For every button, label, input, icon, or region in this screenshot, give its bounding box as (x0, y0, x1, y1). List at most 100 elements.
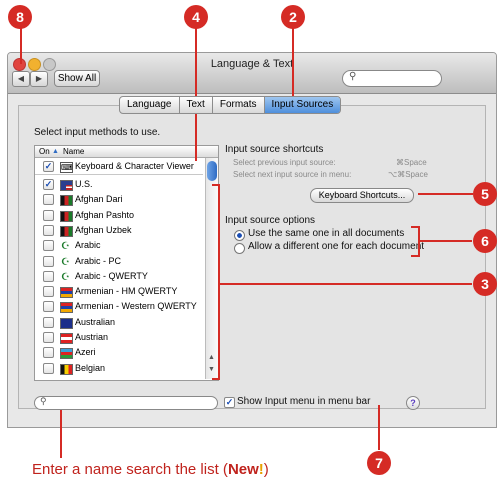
input-source-label: Azeri (75, 347, 96, 358)
list-item[interactable]: ✓ U.S. (35, 177, 203, 192)
options-heading: Input source options (225, 215, 316, 226)
next-source-key: ⌥⌘Space (388, 170, 428, 179)
input-source-label: Arabic - QWERTY (75, 270, 148, 281)
input-source-label: Armenian - HM QWERTY (75, 286, 178, 297)
back-button[interactable]: ◀ (12, 71, 30, 87)
input-source-checkbox[interactable] (43, 362, 54, 374)
list-scrollbar[interactable]: ▲ ▼ (205, 158, 218, 379)
show-menu-label[interactable]: Show Input menu in menu bar (237, 396, 370, 407)
callout-line (195, 27, 197, 161)
callout-5: 5 (473, 182, 497, 206)
list-item[interactable]: Austrian (35, 330, 203, 345)
austrian-flag-icon (60, 333, 73, 344)
callout-line (378, 405, 380, 450)
tab-language[interactable]: Language (120, 97, 180, 113)
tab-text[interactable]: Text (180, 97, 213, 113)
list-search-field[interactable]: ⚲ (34, 396, 218, 410)
caption: Enter a name search the list (New!) (32, 461, 269, 478)
input-source-checkbox[interactable] (43, 347, 54, 359)
callout-line (60, 410, 62, 458)
callout-4: 4 (184, 5, 208, 29)
keyboard-shortcuts-button[interactable]: Keyboard Shortcuts... (310, 188, 414, 203)
azeri-flag-icon (60, 348, 73, 360)
search-icon: ⚲ (349, 71, 357, 82)
scroll-up-arrow-icon[interactable]: ▲ (208, 354, 215, 361)
caption-close: ) (263, 461, 269, 478)
list-item[interactable]: Afghan Pashto (35, 208, 203, 223)
callout-3: 3 (473, 272, 497, 296)
input-source-checkbox[interactable] (43, 270, 54, 282)
right-arrow-icon: ▶ (35, 74, 43, 83)
list-item[interactable]: ☪ Arabic - PC (35, 254, 203, 269)
callout-line (220, 283, 472, 285)
list-item[interactable]: ☪ Arabic - QWERTY (35, 269, 203, 284)
afghan-flag-icon (60, 210, 73, 222)
callout-8: 8 (8, 5, 32, 29)
tab-formats[interactable]: Formats (213, 97, 265, 113)
australian-flag-icon (60, 317, 73, 329)
input-source-checkbox[interactable] (43, 332, 54, 343)
input-source-checkbox[interactable] (43, 316, 54, 328)
input-source-label: Afghan Pashto (75, 209, 135, 220)
radio-same-document[interactable] (234, 230, 245, 241)
sort-ascending-icon: ▲ (52, 148, 59, 155)
input-source-checkbox[interactable] (43, 224, 54, 236)
input-source-label: Austrian (75, 332, 109, 342)
list-item[interactable]: Armenian - HM QWERTY (35, 284, 203, 299)
radio-different-document[interactable] (234, 243, 245, 254)
armenian-flag-icon (60, 302, 73, 314)
search-icon: ⚲ (40, 396, 47, 406)
list-item[interactable]: ☪ Arabic (35, 238, 203, 253)
list-header: On ▲ Name (35, 146, 218, 158)
crescent-flag-icon: ☪ (60, 271, 73, 283)
input-source-checkbox[interactable]: ✓ (43, 161, 54, 172)
shortcuts-heading: Input source shortcuts (225, 144, 324, 155)
input-source-checkbox[interactable]: ✓ (43, 179, 54, 190)
scroll-thumb[interactable] (207, 161, 217, 181)
tab-bar: Language Text Formats Input Sources (119, 96, 342, 114)
input-source-checkbox[interactable] (43, 286, 54, 298)
list-item[interactable]: Armenian - Western QWERTY (35, 299, 203, 314)
forward-button[interactable]: ▶ (30, 71, 48, 87)
callout-line (420, 240, 472, 242)
input-source-label: Belgian (75, 362, 106, 373)
radio-same-label[interactable]: Use the same one in all documents (248, 228, 404, 239)
list-item[interactable]: ✓ ⌨ Keyboard & Character Viewer (35, 159, 203, 175)
col-name-header[interactable]: Name (63, 146, 84, 157)
help-button[interactable]: ? (406, 396, 420, 410)
callout-2: 2 (281, 5, 305, 29)
tab-input-sources[interactable]: Input Sources (264, 97, 341, 113)
radio-different-label[interactable]: Allow a different one for each document (248, 241, 424, 252)
input-methods-heading: Select input methods to use. (34, 127, 161, 138)
list-item[interactable]: Afghan Uzbek (35, 223, 203, 238)
input-source-label: Arabic (75, 240, 101, 251)
armenian-flag-icon (60, 287, 73, 299)
input-source-label: U.S. (75, 179, 93, 189)
callout-bracket (218, 184, 220, 380)
callout-bracket (411, 255, 419, 257)
crescent-flag-icon: ☪ (60, 241, 73, 253)
callout-line (418, 193, 473, 195)
list-item[interactable]: Afghan Dari (35, 192, 203, 207)
next-source-label: Select next input source in menu: (233, 170, 352, 179)
input-source-checkbox[interactable] (43, 240, 54, 252)
input-source-label: Afghan Uzbek (75, 224, 132, 235)
show-menu-checkbox[interactable]: ✓ (224, 397, 235, 408)
show-all-button[interactable]: Show All (54, 70, 100, 87)
input-source-checkbox[interactable] (43, 301, 54, 313)
input-source-checkbox[interactable] (43, 194, 54, 206)
list-item[interactable]: Azeri (35, 345, 203, 360)
callout-line (20, 27, 22, 64)
scroll-down-arrow-icon[interactable]: ▼ (208, 366, 215, 373)
input-source-label: Armenian - Western QWERTY (75, 301, 197, 312)
caption-new: New (227, 461, 259, 478)
title-bar: Language & Text ◀ ▶ Show All ⚲ (8, 53, 496, 94)
search-field[interactable]: ⚲ (342, 70, 442, 87)
belgian-flag-icon (60, 363, 73, 375)
list-item[interactable]: Belgian (35, 361, 203, 376)
input-source-checkbox[interactable] (43, 255, 54, 267)
input-methods-list[interactable]: On ▲ Name ✓ ⌨ Keyboard & Character Viewer ✓… (34, 145, 219, 381)
col-on-header[interactable]: On (39, 146, 50, 157)
list-item[interactable]: Australian (35, 315, 203, 330)
input-source-checkbox[interactable] (43, 209, 54, 221)
